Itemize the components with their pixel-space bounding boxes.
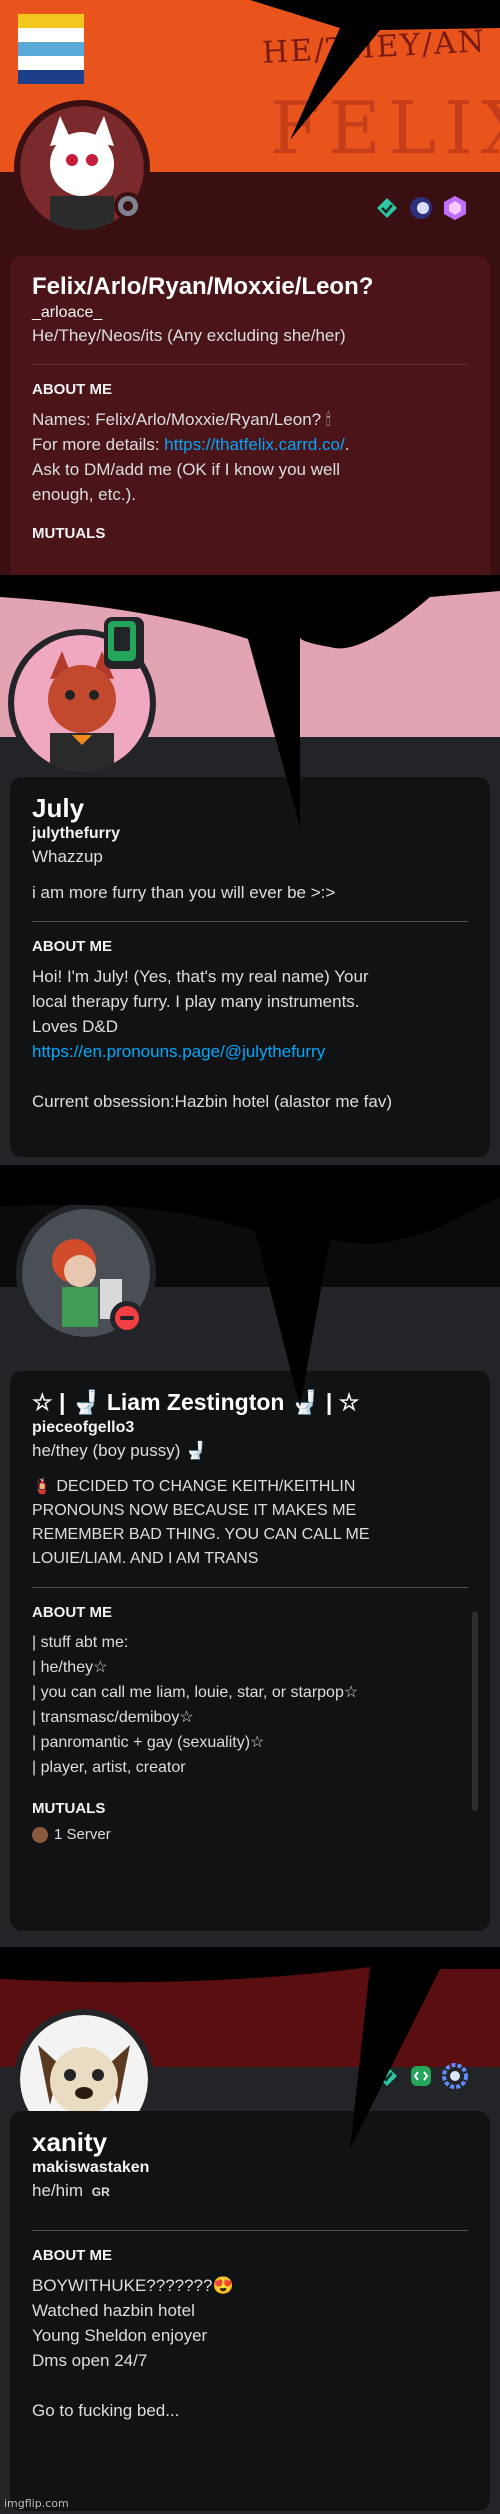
- divider: [32, 921, 468, 922]
- about-line: Ask to DM/add me (OK if I know you well: [32, 460, 340, 479]
- about-line: Current obsession:Hazbin hotel (alastor …: [32, 1092, 392, 1111]
- username[interactable]: _arloace_: [32, 302, 468, 324]
- custom-status-line: 🧯 DECIDED TO CHANGE KEITH/KEITHLIN: [32, 1478, 356, 1495]
- about-me-heading: ABOUT ME: [32, 381, 112, 398]
- pronouns: He/They/Neos/its (Any excluding she/her): [32, 326, 346, 345]
- profile-card: Felix/Arlo/Ryan/Moxxie/Leon? _arloace_ H…: [10, 256, 490, 575]
- speech-bubble-spike: [0, 577, 500, 827]
- divider: [32, 364, 468, 365]
- pronouns-row: he/him GR: [32, 2179, 468, 2204]
- about-line: Young Sheldon enjoyer: [32, 2326, 208, 2345]
- custom-status: i am more furry than you will ever be >:…: [32, 883, 336, 902]
- about-line: | stuff abt me:: [32, 1634, 129, 1651]
- watermark: imgflip.com: [4, 2497, 69, 2510]
- guild-tag: GR: [91, 2185, 110, 2199]
- mutual-servers-count: 1 Server: [54, 1826, 111, 1843]
- profile-card: ☆ | 🚽 Liam Zestington 🚽 | ☆ pieceofgello…: [10, 1371, 490, 1931]
- mutual-servers-row[interactable]: 1 Server: [32, 1826, 468, 1843]
- about-line: Names: Felix/Arlo/Moxxie/Ryan/Leon? 🕯: [32, 410, 331, 429]
- about-scrollbar[interactable]: [472, 1611, 478, 1811]
- about-me-heading: ABOUT ME: [32, 2247, 112, 2264]
- profile-card: xanity makiswastaken he/him GR ABOUT ME …: [10, 2111, 490, 2511]
- about-line: | you can call me liam, louie, star, or …: [32, 1684, 359, 1701]
- about-line: BOYWITHUKE???????😍: [32, 2276, 234, 2295]
- display-name: Felix/Arlo/Ryan/Moxxie/Leon?: [32, 273, 374, 300]
- about-line-link: For more details: https://thatfelix.carr…: [32, 435, 350, 454]
- about-line: | player, artist, creator: [32, 1759, 186, 1776]
- custom-status-line: LOUIE/LIAM. AND I AM TRANS: [32, 1550, 259, 1567]
- about-line: enough, etc.).: [32, 485, 136, 504]
- carrd-link[interactable]: https://thatfelix.carrd.co/: [164, 435, 344, 454]
- about-line-blank: [32, 2373, 468, 2398]
- about-line: Go to fucking bed...: [32, 2401, 180, 2420]
- custom-status-line: PRONOUNS NOW BECAUSE IT MAKES ME: [32, 1502, 357, 1519]
- custom-status-line: REMEMBER BAD THING. YOU CAN CALL ME: [32, 1526, 370, 1543]
- mutuals-heading: MUTUALS: [32, 1800, 106, 1817]
- pronouns-page-link[interactable]: https://en.pronouns.page/@julythefurry: [32, 1039, 468, 1064]
- about-me-heading: ABOUT ME: [32, 1604, 112, 1621]
- about-line: Hoi! I'm July! (Yes, that's my real name…: [32, 967, 369, 986]
- speech-bubble-spike: [250, 0, 500, 140]
- server-icon: [32, 1826, 48, 1843]
- profile-panel-liam: ☆ | 🚽 Liam Zestington 🚽 | ☆ pieceofgello…: [0, 1167, 500, 1947]
- pronouns: he/they (boy pussy) 🚽: [32, 1441, 207, 1460]
- about-line: Watched hazbin hotel: [32, 2301, 195, 2320]
- pronouns: Whazzup: [32, 847, 103, 866]
- about-line: | he/they☆: [32, 1659, 108, 1676]
- about-line: | transmasc/demiboy☆: [32, 1709, 194, 1726]
- profile-panel-july: July julythefurry Whazzup i am more furr…: [0, 577, 500, 1165]
- about-me-heading: ABOUT ME: [32, 938, 112, 955]
- about-line: Loves D&D: [32, 1017, 118, 1036]
- speech-bubble-spike: [0, 1167, 500, 1407]
- about-line: | panromantic + gay (sexuality)☆: [32, 1734, 265, 1751]
- pronouns: he/him: [32, 2181, 84, 2200]
- profile-panel-felix: HE/THEY/AN FELIX Felix/Arlo/Ryan/Moxx: [0, 0, 500, 575]
- profile-panel-xanity: xanity makiswastaken he/him GR ABOUT ME …: [0, 1949, 500, 2514]
- divider: [32, 1587, 468, 1588]
- divider: [32, 2230, 468, 2231]
- speech-bubble-spike: [0, 1949, 500, 2149]
- about-line-blank: [32, 1064, 468, 1089]
- mutuals-heading[interactable]: MUTUALS: [32, 523, 468, 545]
- about-line: local therapy furry. I play many instrum…: [32, 992, 360, 1011]
- about-line: Dms open 24/7: [32, 2351, 148, 2370]
